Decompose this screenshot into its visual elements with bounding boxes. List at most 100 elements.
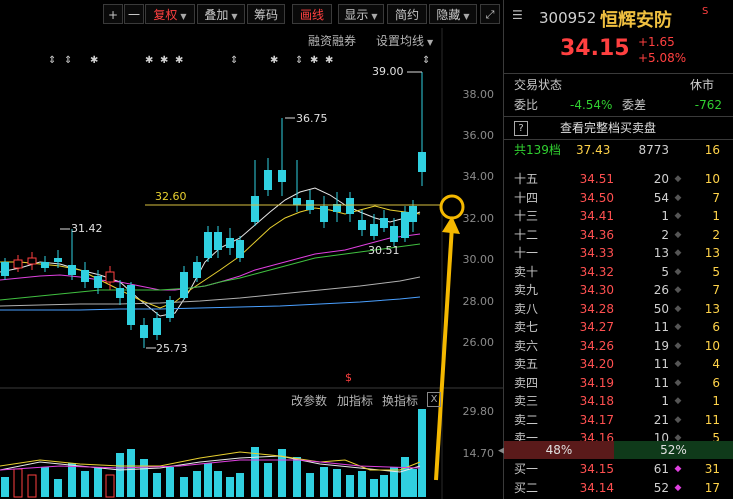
ask-row[interactable]: 卖三 34.18 1 ◆ 1 bbox=[504, 392, 733, 410]
level-count: 7 bbox=[712, 283, 720, 297]
trade-status-row: 交易状态 休市 bbox=[514, 78, 715, 92]
ask-row[interactable]: 卖九 34.30 26 ◆ 7 bbox=[504, 281, 733, 299]
candlestick bbox=[236, 240, 244, 258]
level-count: 5 bbox=[712, 264, 720, 279]
candlestick bbox=[390, 226, 398, 242]
candlestick bbox=[293, 198, 301, 205]
candlestick bbox=[27, 257, 37, 265]
level-price: 34.32 bbox=[579, 264, 614, 279]
event-marker: ✱ bbox=[145, 55, 153, 66]
candlestick bbox=[193, 262, 201, 278]
level-volume: 5 bbox=[661, 264, 669, 279]
candlestick bbox=[1, 262, 9, 276]
edit-params-tab[interactable]: 改参数 bbox=[291, 392, 327, 409]
volume-bar bbox=[320, 467, 328, 497]
switch-indicator-tab[interactable]: 换指标 bbox=[382, 392, 418, 409]
level-label: 十四 bbox=[514, 190, 539, 205]
level-price: 34.33 bbox=[579, 246, 614, 260]
level-dot-icon: ◆ bbox=[674, 285, 682, 295]
event-marker: ✱ bbox=[160, 55, 168, 66]
level-count: 6 bbox=[712, 375, 720, 390]
candlestick bbox=[401, 212, 409, 238]
full-book-link[interactable]: 查看完整档买卖盘 bbox=[560, 119, 656, 137]
volume-bar bbox=[370, 479, 378, 497]
level-count: 4 bbox=[712, 357, 720, 371]
price-tick: 26.00 bbox=[462, 336, 495, 349]
candlestick bbox=[358, 220, 366, 230]
price-tick: 32.00 bbox=[462, 212, 495, 225]
bid-row[interactable]: 买一 34.15 61 ◆ 31 bbox=[504, 460, 733, 478]
level-price: 34.51 bbox=[579, 172, 614, 186]
candlestick bbox=[380, 218, 388, 228]
ask-row[interactable]: 卖七 34.27 11 ◆ 6 bbox=[504, 318, 733, 336]
event-marker: ⇕ bbox=[230, 55, 238, 66]
ask-row[interactable]: 卖四 34.19 11 ◆ 6 bbox=[504, 374, 733, 392]
level-count: 1 bbox=[712, 394, 720, 408]
ask-row[interactable]: 卖六 34.26 19 ◆ 10 bbox=[504, 337, 733, 355]
level-dot-icon: ◆ bbox=[674, 322, 682, 332]
level-count: 7 bbox=[712, 190, 720, 205]
ask-row[interactable]: 十四 34.50 54 ◆ 7 bbox=[504, 189, 733, 207]
ask-row[interactable]: 十三 34.41 1 ◆ 1 bbox=[504, 207, 733, 225]
event-marker: ✱ bbox=[270, 55, 278, 66]
ask-row[interactable]: 十一 34.33 13 ◆ 13 bbox=[504, 244, 733, 262]
recent-low-label: 30.51 bbox=[368, 244, 400, 257]
level-price: 34.20 bbox=[579, 357, 614, 371]
level-dot-icon: ◆ bbox=[674, 414, 682, 425]
volume-bar bbox=[380, 475, 388, 497]
ask-row[interactable]: 卖五 34.20 11 ◆ 4 bbox=[504, 355, 733, 373]
candlestick bbox=[127, 285, 135, 325]
ask-row[interactable]: 十二 34.36 2 ◆ 2 bbox=[504, 226, 733, 244]
level-volume: 1 bbox=[661, 209, 669, 223]
volume-bar bbox=[94, 467, 102, 497]
kline-chart[interactable]: ⇕ ⇕ ✱ ✱ ✱ ✱ ⇕ ✱ ⇕ ✱ ✱ ⇕ bbox=[0, 0, 503, 499]
level-dot-icon: ◆ bbox=[674, 396, 682, 406]
volume-bar bbox=[193, 471, 201, 497]
stock-code: 300952 bbox=[539, 9, 597, 27]
bid-row[interactable]: 买二 34.14 52 ◆ 17 bbox=[504, 479, 733, 497]
volume-bar bbox=[226, 477, 234, 497]
volume-bar bbox=[401, 457, 409, 497]
candlestick bbox=[214, 232, 222, 250]
level-label: 卖七 bbox=[514, 320, 539, 334]
full-book-row[interactable]: ? 查看完整档买卖盘 bbox=[504, 119, 733, 137]
level-count: 10 bbox=[704, 338, 720, 353]
level-dot-icon: ◆ bbox=[674, 359, 682, 369]
volume-bar bbox=[214, 471, 222, 497]
volume-bar bbox=[333, 469, 341, 497]
ask-row[interactable]: 十五 34.51 20 ◆ 10 bbox=[504, 170, 733, 188]
candlestick bbox=[68, 265, 76, 275]
volume-bar bbox=[251, 447, 259, 497]
volume-bar bbox=[81, 471, 89, 497]
volume-bar bbox=[418, 409, 426, 497]
candlestick bbox=[153, 318, 161, 335]
volume-bar bbox=[54, 479, 62, 497]
ask-row[interactable]: 卖十 34.32 5 ◆ 5 bbox=[504, 263, 733, 281]
level-price: 34.30 bbox=[579, 283, 614, 297]
add-indicator-tab[interactable]: 加指标 bbox=[337, 392, 373, 409]
ask-row[interactable]: 卖二 34.17 21 ◆ 11 bbox=[504, 411, 733, 429]
level-volume: 26 bbox=[653, 283, 669, 297]
level-price: 34.15 bbox=[579, 462, 614, 476]
candlestick bbox=[370, 224, 378, 236]
candlestick bbox=[81, 270, 89, 282]
close-icon[interactable]: X bbox=[427, 392, 441, 407]
help-icon[interactable]: ? bbox=[514, 121, 528, 136]
level-label: 卖二 bbox=[514, 412, 539, 427]
volume-bar bbox=[116, 453, 124, 497]
menu-icon[interactable]: ☰ bbox=[512, 8, 523, 22]
candlestick bbox=[54, 258, 62, 262]
level-price: 34.19 bbox=[579, 375, 614, 390]
candlestick bbox=[418, 152, 426, 172]
volume-bar bbox=[180, 477, 188, 497]
level-count: 1 bbox=[712, 209, 720, 223]
ask-row[interactable]: 卖八 34.28 50 ◆ 13 bbox=[504, 300, 733, 318]
dollar-marker: $ bbox=[345, 371, 352, 384]
level-count: 6 bbox=[712, 320, 720, 334]
level-volume: 13 bbox=[653, 246, 669, 260]
volume-tick: 29.80 bbox=[462, 405, 495, 418]
level-price: 34.28 bbox=[579, 301, 614, 316]
current-price: 34.15 bbox=[560, 36, 630, 61]
volume-bar bbox=[204, 463, 212, 497]
buy-strength: 52% bbox=[614, 441, 733, 459]
